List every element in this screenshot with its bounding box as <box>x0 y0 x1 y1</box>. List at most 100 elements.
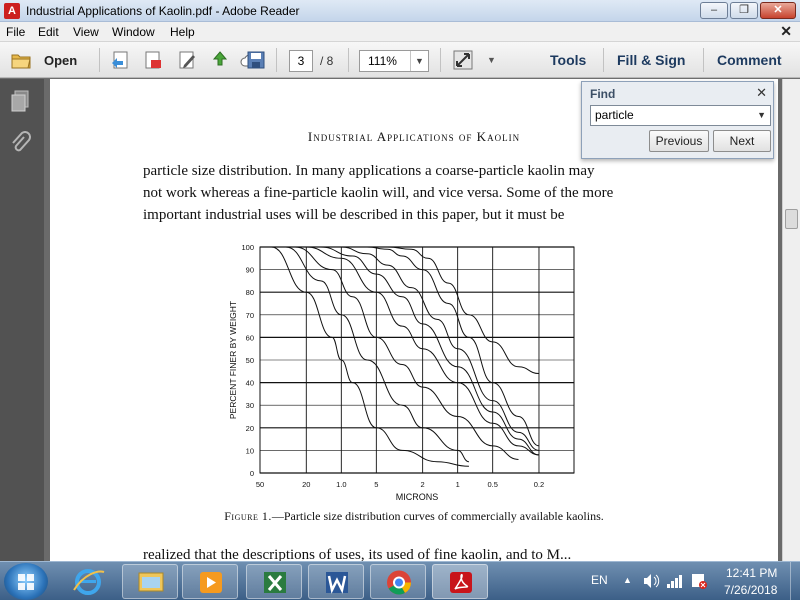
x-tick-label: 0.2 <box>534 480 544 489</box>
adobe-reader-icon: A <box>4 3 20 19</box>
menu-bar: File Edit View Window Help ✕ <box>0 22 800 42</box>
edit-pdf-icon[interactable] <box>176 49 198 71</box>
particle-size-chart: 0 10 20 30 40 50 60 70 80 90 100 50 20 1.0 5 2 1 0.5 0.2 MI… <box>228 243 575 502</box>
caption-text: —Particle size distribution curves of co… <box>271 509 604 523</box>
y-tick-label: 20 <box>246 424 254 433</box>
vertical-scrollbar[interactable] <box>782 79 800 561</box>
media-player-icon[interactable] <box>182 564 238 599</box>
chrome-icon[interactable] <box>370 564 426 599</box>
tools-button[interactable]: Tools <box>550 52 586 68</box>
share-upload-icon[interactable] <box>209 49 231 71</box>
internet-explorer-icon[interactable] <box>68 566 108 598</box>
paragraph-line: not work whereas a fine-particle kaolin … <box>143 185 614 201</box>
x-tick-label: 1 <box>456 480 460 489</box>
find-input[interactable]: particle ▼ <box>590 105 771 126</box>
excel-icon[interactable] <box>246 564 302 599</box>
minimize-button[interactable]: – <box>700 2 728 19</box>
show-hidden-icons-icon[interactable]: ▲ <box>623 575 632 585</box>
distribution-curve <box>341 246 540 451</box>
maximize-button[interactable]: ❐ <box>730 2 758 19</box>
zoom-select[interactable]: 111% ▼ <box>359 50 429 72</box>
comment-button[interactable]: Comment <box>717 52 782 68</box>
action-center-flag-icon[interactable] <box>690 572 708 590</box>
open-button[interactable]: Open <box>44 53 77 68</box>
toolbar-separator <box>99 48 100 72</box>
y-tick-label: 0 <box>250 469 254 478</box>
y-tick-label: 80 <box>246 288 254 297</box>
taskbar: EN ▲ 12:41 PM 7/26/2018 <box>0 561 800 600</box>
save-icon[interactable] <box>245 49 267 71</box>
x-tick-label: 50 <box>256 480 264 489</box>
y-tick-label: 10 <box>246 446 254 455</box>
page-total: / 8 <box>320 54 334 68</box>
menu-window[interactable]: Window <box>112 25 155 39</box>
menu-help[interactable]: Help <box>170 25 195 39</box>
menu-edit[interactable]: Edit <box>38 25 59 39</box>
window-title: Industrial Applications of Kaolin.pdf - … <box>26 4 300 18</box>
y-axis-label: PERCENT FINER BY WEIGHT <box>228 301 238 419</box>
start-button[interactable] <box>4 563 48 600</box>
export-pdf-icon[interactable] <box>142 49 164 71</box>
y-tick-label: 70 <box>246 311 254 320</box>
toolbar-separator <box>440 48 441 72</box>
toolbar-separator <box>348 48 349 72</box>
adobe-reader-taskbar-icon[interactable] <box>432 564 488 599</box>
fill-sign-button[interactable]: Fill & Sign <box>617 52 685 68</box>
find-next-button[interactable]: Next <box>713 130 771 152</box>
y-tick-label: 40 <box>246 379 254 388</box>
title-bar: A Industrial Applications of Kaolin.pdf … <box>0 0 800 22</box>
chevron-down-icon[interactable]: ▼ <box>757 106 766 125</box>
menu-view[interactable]: View <box>73 25 99 39</box>
network-signal-icon[interactable] <box>666 573 684 589</box>
figure-label: Figure 1. <box>224 509 272 523</box>
page-thumbnails-icon[interactable] <box>9 89 31 113</box>
find-previous-button[interactable]: Previous <box>649 130 709 152</box>
x-tick-label: 0.5 <box>487 480 497 489</box>
open-folder-icon[interactable] <box>10 49 32 71</box>
show-desktop-button[interactable] <box>790 562 800 600</box>
close-button[interactable]: ✕ <box>760 2 796 19</box>
x-tick-label: 2 <box>421 480 425 489</box>
toolbar-separator <box>276 48 277 72</box>
word-icon[interactable] <box>308 564 364 599</box>
language-indicator[interactable]: EN <box>591 573 608 587</box>
zoom-value: 111% <box>368 54 397 68</box>
scrollbar-thumb[interactable] <box>785 209 798 229</box>
distribution-curve <box>387 246 539 375</box>
page-number-input[interactable]: 3 <box>289 50 313 72</box>
find-panel: Find ✕ particle ▼ Previous Next <box>581 81 774 159</box>
distribution-curve <box>271 246 469 467</box>
y-tick-label: 50 <box>246 356 254 365</box>
y-tick-label: 30 <box>246 401 254 410</box>
volume-icon[interactable] <box>642 573 660 589</box>
x-axis-label: MICRONS <box>396 492 439 502</box>
attachments-paperclip-icon[interactable] <box>9 131 31 155</box>
file-explorer-icon[interactable] <box>122 564 178 599</box>
paragraph-line: important industrial uses will be descri… <box>143 207 565 223</box>
find-close-icon[interactable]: ✕ <box>756 85 767 101</box>
clock-time[interactable]: 12:41 PM <box>726 566 777 580</box>
distribution-curve <box>285 246 470 463</box>
body-paragraph: particle size distribution. In many appl… <box>143 160 689 226</box>
chevron-down-icon[interactable]: ▼ <box>410 51 428 71</box>
paragraph-line: particle size distribution. In many appl… <box>143 163 595 179</box>
navigation-pane <box>0 79 44 561</box>
y-tick-label: 100 <box>241 243 254 252</box>
y-tick-label: 60 <box>246 333 254 342</box>
document-close-icon[interactable]: ✕ <box>780 23 792 40</box>
find-query: particle <box>595 108 634 122</box>
find-title: Find <box>590 87 616 101</box>
toolbar-separator <box>603 48 604 72</box>
windows-logo-icon <box>18 574 34 590</box>
partial-text-line: realized that the descriptions of uses, … <box>143 547 572 561</box>
toolbar-separator <box>703 48 704 72</box>
y-tick-label: 90 <box>246 266 254 275</box>
x-tick-label: 5 <box>374 480 378 489</box>
create-pdf-icon[interactable] <box>110 49 132 71</box>
x-tick-label: 1.0 <box>336 480 346 489</box>
menu-file[interactable]: File <box>6 25 25 39</box>
clock-date[interactable]: 7/26/2018 <box>724 583 777 597</box>
full-screen-icon[interactable] <box>452 49 474 71</box>
x-tick-label: 20 <box>302 480 310 489</box>
toolbar-options-chevron-icon[interactable]: ▼ <box>487 55 496 65</box>
